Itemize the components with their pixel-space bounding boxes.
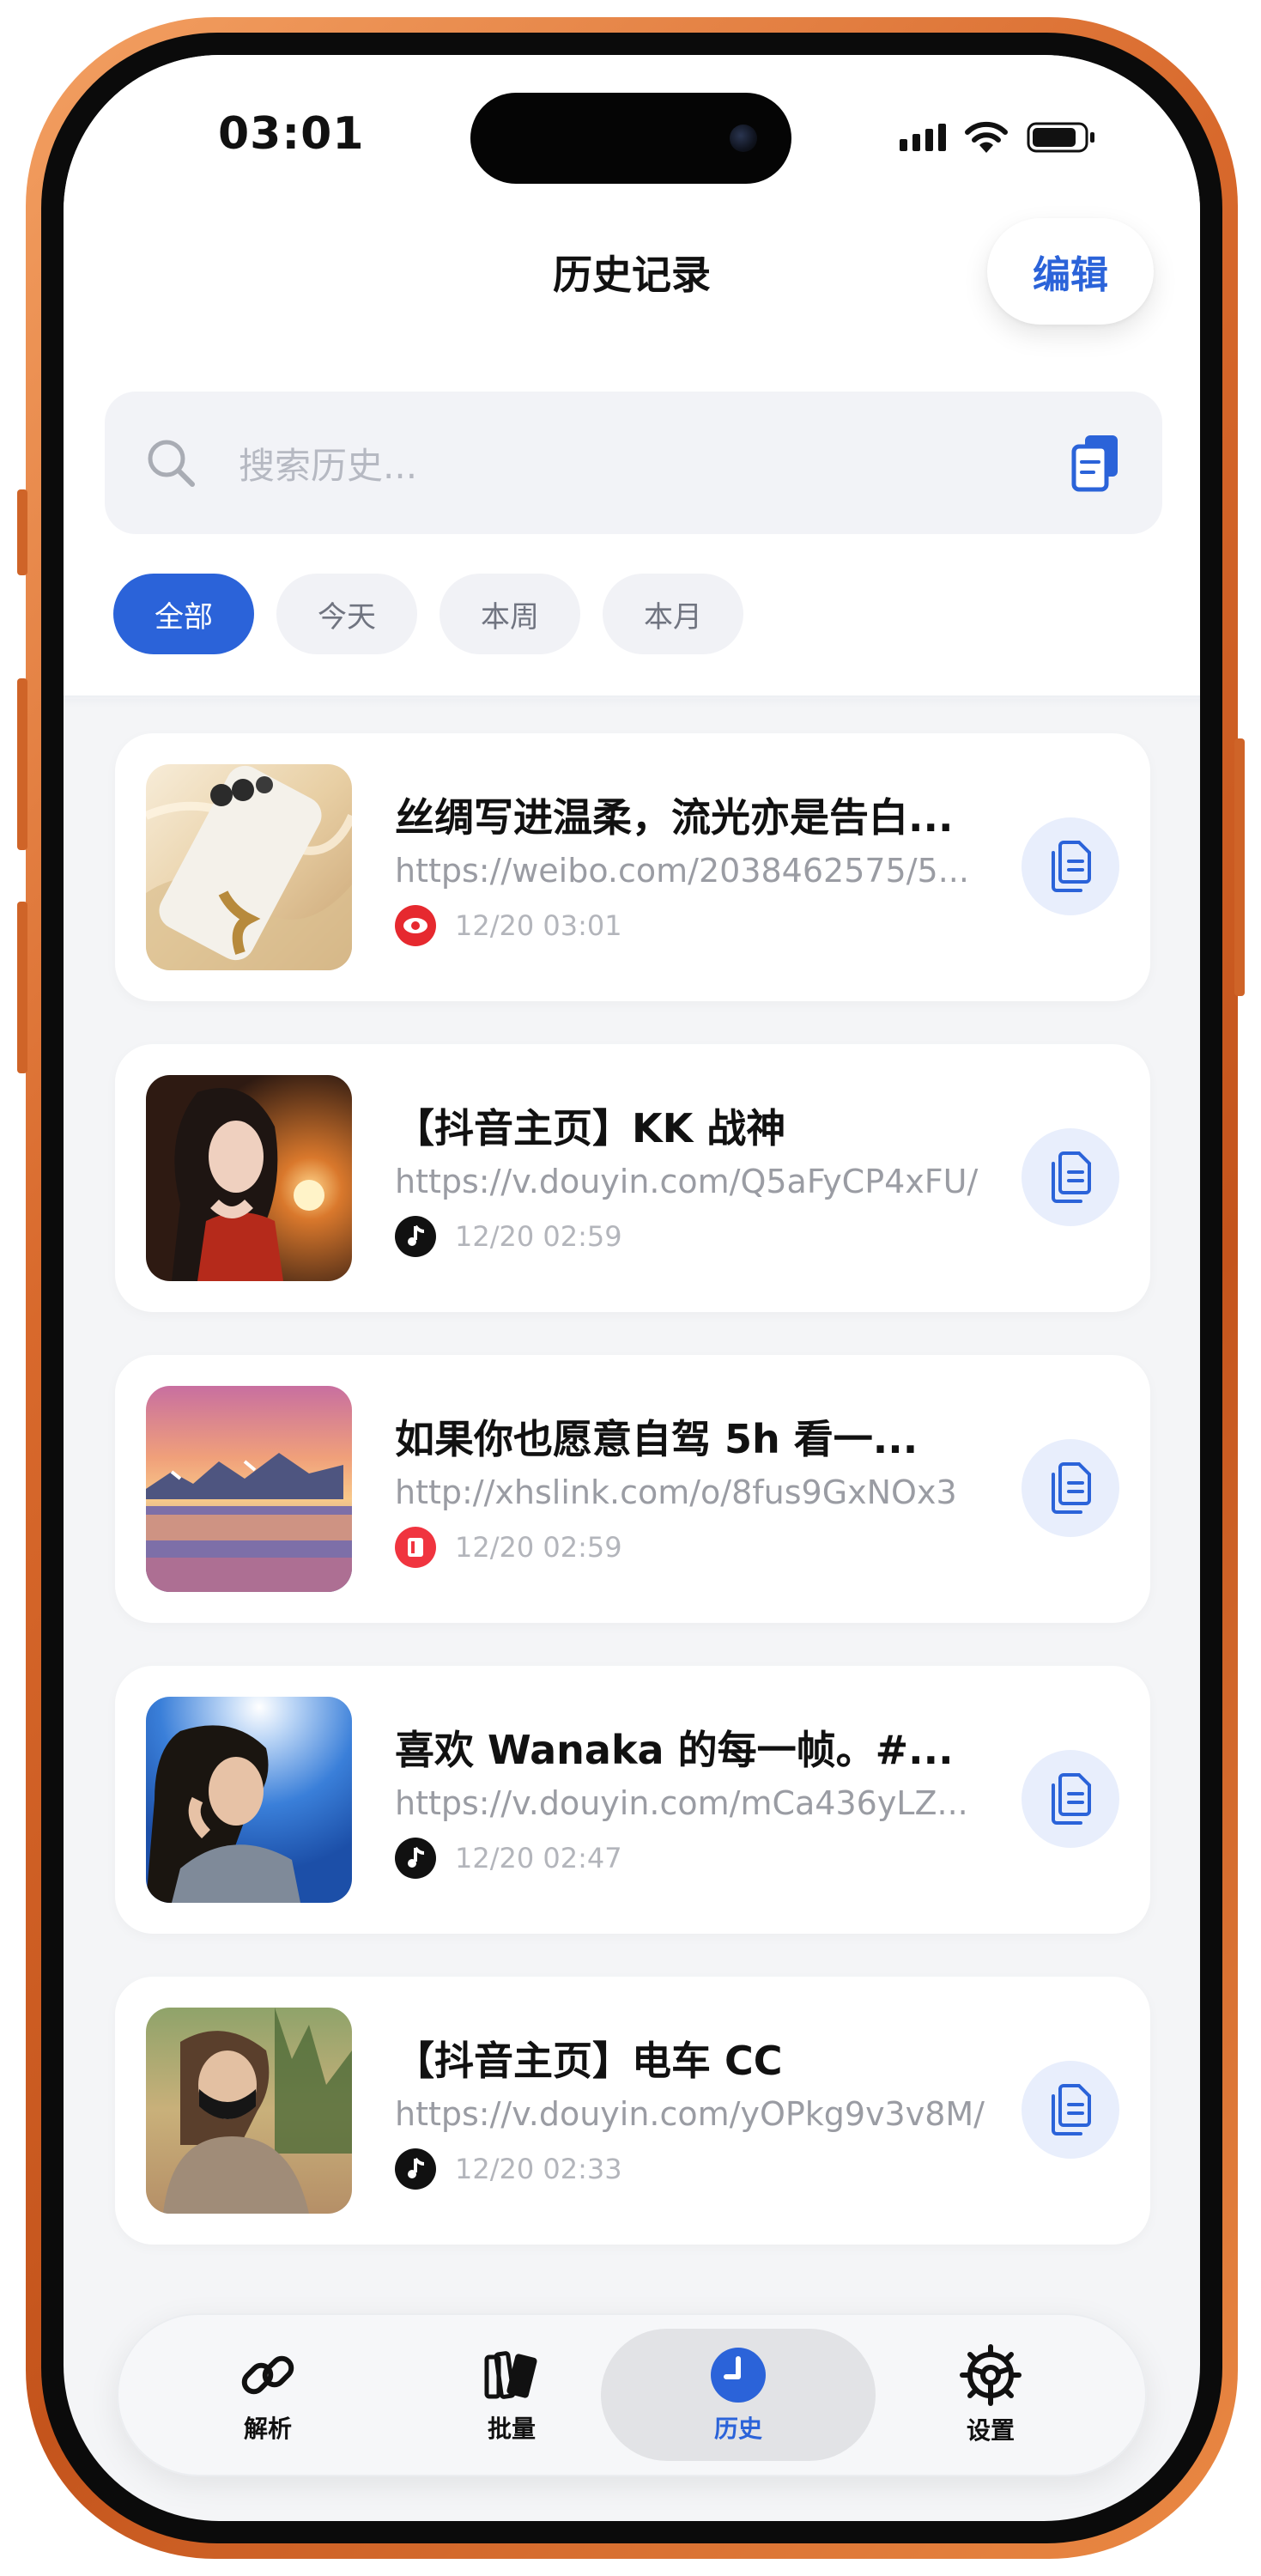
status-time: 03:01 xyxy=(218,108,365,160)
item-meta: 12/20 02:59 xyxy=(395,1527,622,1568)
item-meta: 12/20 02:33 xyxy=(395,2148,622,2190)
battery-icon xyxy=(1027,122,1094,153)
header-divider xyxy=(64,696,1200,708)
wifi-icon xyxy=(965,121,1008,153)
link-icon xyxy=(241,2355,294,2395)
history-item[interactable]: 如果你也愿意自驾 5h 看一... http://xhslink.com/o/8… xyxy=(115,1355,1150,1623)
item-url: https://weibo.com/2038462575/5... xyxy=(395,852,969,890)
copy-icon xyxy=(1052,1462,1091,1514)
history-list: 丝绸写进温柔，流光亦是告白... https://weibo.com/20384… xyxy=(115,733,1150,2287)
douyin-music-icon xyxy=(395,2148,436,2190)
item-title: 【抖音主页】KK 战神 xyxy=(395,1105,786,1151)
item-url: https://v.douyin.com/yOPkg9v3v8M/ xyxy=(395,2095,985,2133)
copy-link-button[interactable] xyxy=(1022,1128,1119,1226)
thumbnail-image xyxy=(146,1697,352,1903)
item-time: 12/20 02:33 xyxy=(455,2153,622,2185)
item-url: http://xhslink.com/o/8fus9GxNOx3 xyxy=(395,1473,957,1511)
item-time: 12/20 02:47 xyxy=(455,1842,622,1874)
copy-icon xyxy=(1052,1151,1091,1203)
search-input[interactable]: 搜索历史... xyxy=(239,437,417,489)
stack-icon xyxy=(484,2351,537,2399)
history-item[interactable]: 【抖音主页】电车 CC https://v.douyin.com/yOPkg9v… xyxy=(115,1977,1150,2245)
douyin-music-icon xyxy=(395,1838,436,1879)
action-button xyxy=(17,489,27,575)
thumbnail-image xyxy=(146,1075,352,1281)
thumbnail-image xyxy=(146,2008,352,2214)
tab-label: 历史 xyxy=(713,2415,762,2443)
volume-up-button xyxy=(17,678,27,850)
history-item[interactable]: 【抖音主页】KK 战神 https://v.douyin.com/Q5aFyCP… xyxy=(115,1044,1150,1312)
item-title: 喜欢 Wanaka 的每一帧。#... xyxy=(395,1727,954,1773)
edit-button[interactable]: 编辑 xyxy=(987,218,1154,325)
volume-down-button xyxy=(17,902,27,1073)
tab-settings[interactable]: 设置 xyxy=(853,2329,1128,2461)
copy-link-button[interactable] xyxy=(1022,817,1119,915)
copy-icon xyxy=(1052,841,1091,892)
filter-chip-month[interactable]: 本月 xyxy=(603,574,743,654)
xiaohongshu-book-icon xyxy=(395,1527,436,1568)
item-title: 丝绸写进温柔，流光亦是告白... xyxy=(395,794,954,841)
search-bar[interactable]: 搜索历史... xyxy=(105,392,1162,534)
tab-label: 解析 xyxy=(243,2415,292,2443)
copy-icon xyxy=(1052,2084,1091,2136)
cellular-signal-icon xyxy=(900,124,946,151)
copy-link-button[interactable] xyxy=(1022,1439,1119,1537)
history-item[interactable]: 喜欢 Wanaka 的每一帧。#... https://v.douyin.com… xyxy=(115,1666,1150,1934)
copy-link-button[interactable] xyxy=(1022,1750,1119,1848)
item-url: https://v.douyin.com/Q5aFyCP4xFU/ xyxy=(395,1163,979,1200)
tab-label: 设置 xyxy=(966,2416,1015,2445)
gear-icon xyxy=(960,2344,1022,2406)
copy-icon xyxy=(1052,1773,1091,1825)
tab-label: 批量 xyxy=(487,2415,536,2443)
tab-parse[interactable]: 解析 xyxy=(130,2329,405,2461)
item-title: 【抖音主页】电车 CC xyxy=(395,2038,783,2084)
filter-chips: 全部 今天 本周 本月 xyxy=(113,574,743,654)
item-meta: 12/20 02:47 xyxy=(395,1838,622,1879)
weibo-eye-icon xyxy=(395,905,436,946)
item-url: https://v.douyin.com/mCa436yLZ... xyxy=(395,1784,968,1822)
copy-link-button[interactable] xyxy=(1022,2061,1119,2159)
item-time: 12/20 03:01 xyxy=(455,909,622,942)
item-meta: 12/20 02:59 xyxy=(395,1216,622,1257)
tab-bar: 解析 批量 历史 设置 xyxy=(117,2313,1147,2476)
filter-chip-week[interactable]: 本周 xyxy=(440,574,580,654)
thumbnail-image xyxy=(146,1386,352,1592)
clock-icon xyxy=(711,2348,766,2403)
filter-chip-today[interactable]: 今天 xyxy=(276,574,417,654)
camera-icon xyxy=(730,125,757,152)
douyin-music-icon xyxy=(395,1216,436,1257)
thumbnail-image xyxy=(146,764,352,970)
history-item[interactable]: 丝绸写进温柔，流光亦是告白... https://weibo.com/20384… xyxy=(115,733,1150,1001)
item-title: 如果你也愿意自驾 5h 看一... xyxy=(395,1416,918,1462)
item-meta: 12/20 03:01 xyxy=(395,905,622,946)
status-icons xyxy=(900,120,1097,155)
search-icon xyxy=(148,440,195,487)
screen: 03:01 历史记录 编辑 搜索历史... 全部 今天 本周 本月 丝绸写进温柔… xyxy=(64,55,1200,2521)
power-button xyxy=(1234,738,1245,996)
filter-chip-all[interactable]: 全部 xyxy=(113,574,254,654)
item-time: 12/20 02:59 xyxy=(455,1531,622,1564)
paste-icon[interactable] xyxy=(1070,433,1123,493)
tab-history[interactable]: 历史 xyxy=(601,2329,876,2461)
item-time: 12/20 02:59 xyxy=(455,1220,622,1253)
dynamic-island xyxy=(470,93,791,184)
